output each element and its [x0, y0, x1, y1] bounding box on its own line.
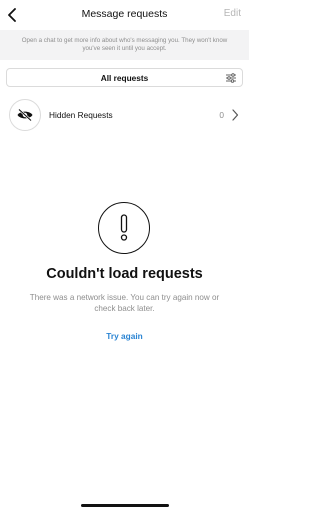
exclamation-icon	[120, 214, 128, 241]
info-banner-text: Open a chat to get more info about who's…	[21, 36, 228, 52]
chevron-right-icon	[232, 109, 239, 121]
header: Message requests Edit	[0, 0, 249, 30]
hidden-requests-label: Hidden Requests	[49, 110, 113, 120]
requests-filter-dropdown[interactable]: All requests	[6, 68, 243, 87]
hidden-requests-avatar	[9, 99, 41, 131]
home-indicator	[81, 504, 169, 507]
hidden-requests-count: 0	[219, 110, 224, 120]
requests-filter-label: All requests	[100, 72, 149, 83]
try-again-button[interactable]: Try again	[0, 331, 249, 341]
error-message: There was a network issue. You can try a…	[29, 293, 220, 314]
eye-slash-icon	[17, 108, 33, 122]
error-circle	[98, 202, 150, 254]
filter-sliders-icon[interactable]	[225, 72, 237, 84]
error-title: Couldn't load requests	[46, 266, 203, 282]
message-requests-screen: Message requests Edit Open a chat to get…	[0, 0, 249, 512]
page-title: Message requests	[81, 8, 168, 20]
hidden-requests-row[interactable]: Hidden Requests 0	[0, 97, 249, 133]
edit-button[interactable]: Edit	[224, 8, 241, 19]
info-banner: Open a chat to get more info about who's…	[0, 30, 249, 60]
